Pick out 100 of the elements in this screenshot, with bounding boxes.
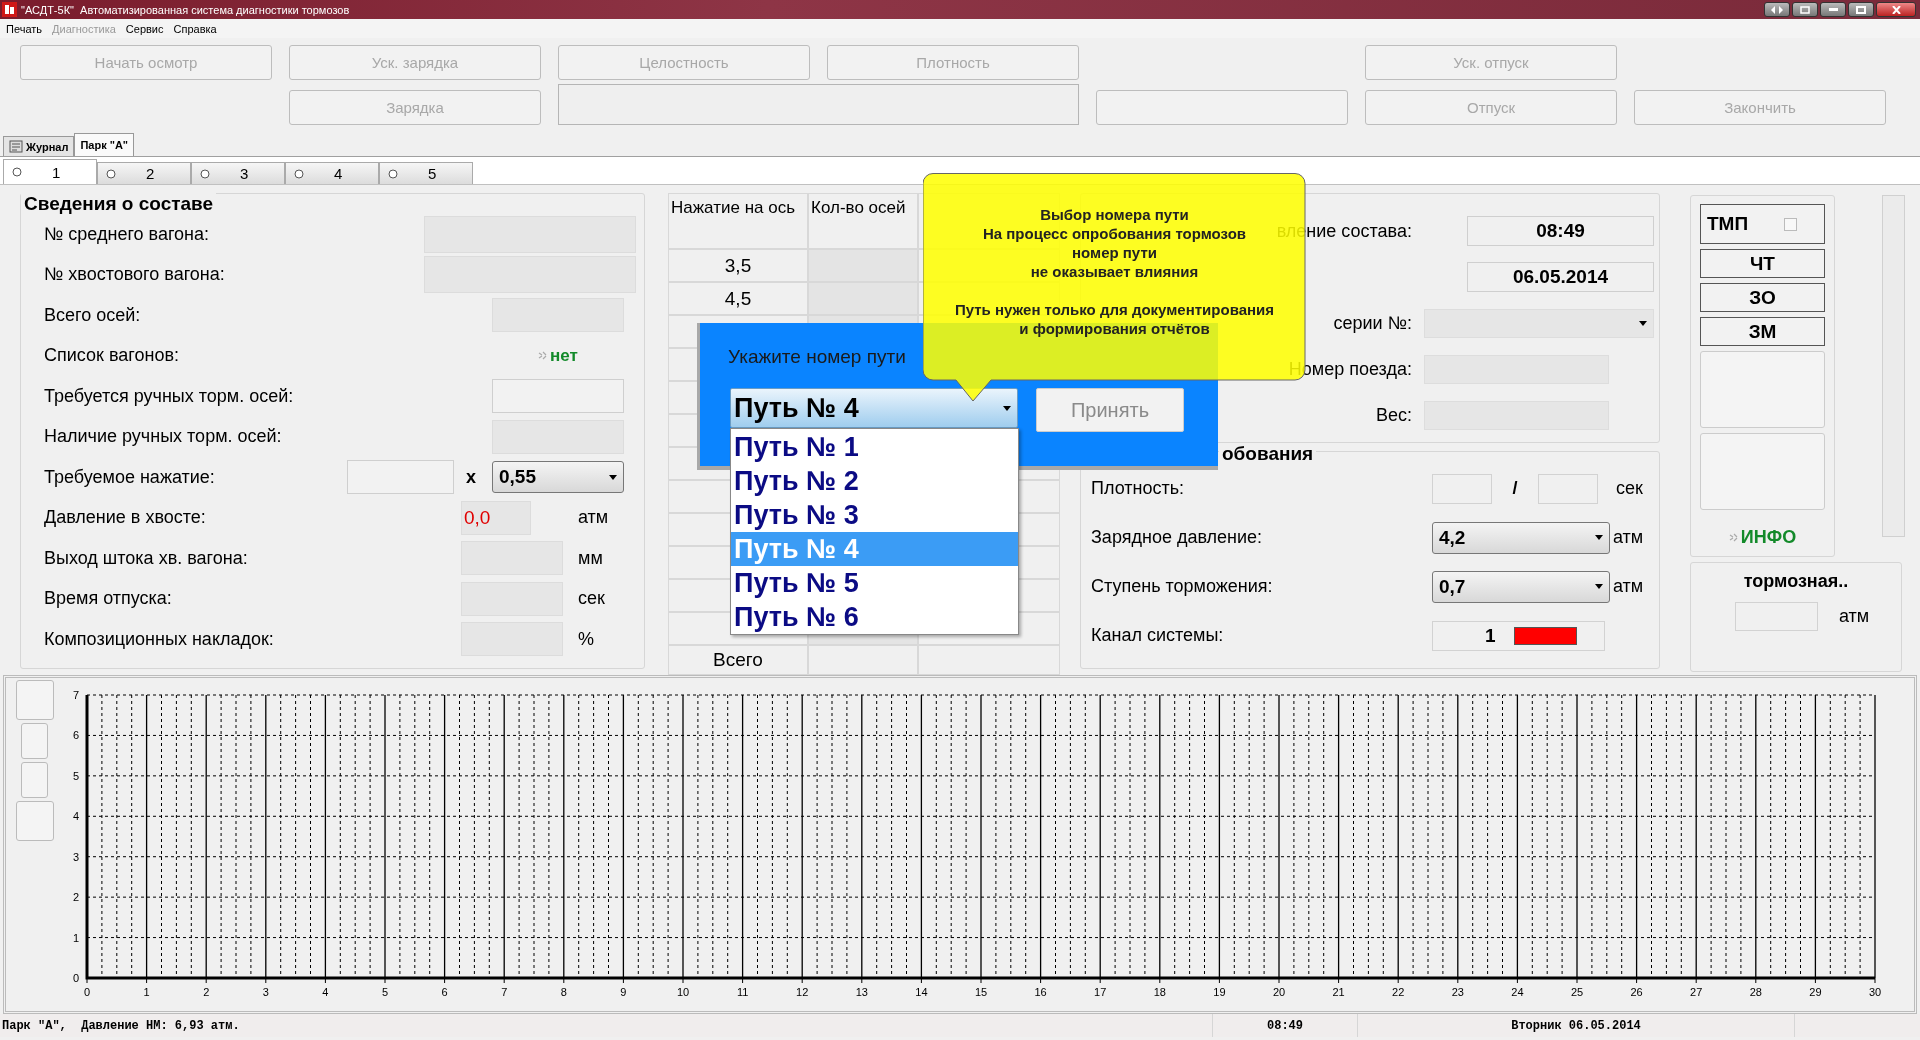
tab[interactable]: Парк "А" (74, 133, 135, 156)
dropdown[interactable]: 4,2 (1432, 521, 1610, 554)
field-label: Плотность: (1091, 478, 1186, 499)
tick-label: 6 (72, 729, 79, 742)
tick-label: 23 (1451, 986, 1464, 998)
window-icon (1800, 5, 1810, 14)
tick-label: 2 (203, 986, 210, 998)
mode-button[interactable]: ЗМ (1700, 317, 1825, 346)
maximize-icon (1856, 5, 1866, 14)
tick-label: 12 (796, 986, 809, 998)
text-field[interactable] (1538, 473, 1598, 504)
column-header: Нажатие на ось (668, 193, 808, 249)
field-label: Выход штока хв. вагона: (43, 547, 249, 569)
flag-text: нет (550, 345, 578, 366)
field-label: Композиционных накладок: (43, 628, 275, 650)
maximize-button[interactable] (1848, 2, 1874, 17)
panel-title: тормозная.. (1743, 571, 1849, 592)
blank-button[interactable] (1700, 351, 1825, 428)
info-link[interactable]: ИНФО (1740, 527, 1797, 548)
input-field[interactable] (492, 379, 624, 414)
blank-button[interactable] (1096, 90, 1348, 125)
dropdown-option[interactable]: Путь № 5 (731, 566, 1018, 600)
tab[interactable]: 5 (379, 162, 473, 184)
tick-label: 15 (974, 986, 988, 998)
menu-item[interactable]: Печать (6, 22, 43, 35)
unit-label: атм (577, 507, 610, 529)
tab[interactable]: 3 (191, 162, 285, 184)
checkbox[interactable] (1784, 217, 1798, 231)
blank-button[interactable] (21, 723, 48, 759)
dropdown-option[interactable]: Путь № 6 (731, 600, 1018, 634)
tick-label: 0 (83, 986, 91, 998)
field-label: Требуемое нажатие: (43, 466, 216, 488)
tab[interactable]: 4 (285, 162, 379, 184)
blank-button[interactable] (15, 801, 54, 841)
status-icon (1728, 533, 1738, 542)
unit-label: сек (1615, 478, 1643, 499)
table-cell: Всего (668, 645, 808, 675)
field-label: Время отпуска: (43, 588, 173, 610)
close-button[interactable] (1876, 2, 1916, 17)
field-label: № хвостового вагона: (43, 264, 226, 286)
tick-label: 29 (1809, 986, 1822, 998)
status-icon (538, 351, 548, 361)
dropdown[interactable] (1424, 308, 1654, 338)
mode-button[interactable]: ЗО (1700, 283, 1825, 312)
text-field[interactable] (1432, 473, 1492, 504)
radio-icon (106, 168, 116, 179)
table-cell: 4,5 (668, 282, 808, 315)
input-field[interactable] (347, 460, 454, 495)
arrows-button[interactable] (1764, 2, 1790, 17)
tick-label: 28 (1749, 986, 1762, 998)
menu-item[interactable]: Сервис (125, 22, 164, 35)
field-label: № среднего вагона: (43, 223, 211, 245)
dialog-label: Укажите номер пути (728, 346, 906, 368)
unit-label: сек (577, 588, 606, 610)
tick-label: 5 (381, 986, 389, 998)
dropdown[interactable]: 0,7 (1432, 570, 1610, 603)
dropdown-option[interactable]: Путь № 1 (731, 430, 1018, 464)
scrollbar[interactable] (1882, 195, 1905, 537)
field-label: серии №: (1333, 312, 1412, 334)
tab[interactable]: 2 (97, 162, 191, 184)
panel-title: Сведения о составе (21, 193, 217, 214)
dropdown-option[interactable]: Путь № 3 (731, 498, 1018, 532)
blank-button[interactable] (21, 762, 48, 798)
tick-label: 4 (72, 810, 79, 823)
tick-label: 2 (72, 891, 79, 904)
blank-button[interactable] (15, 680, 54, 720)
caret-icon (609, 474, 617, 480)
dropdown[interactable]: 0,55 (492, 461, 624, 494)
blank-button[interactable] (1700, 433, 1825, 510)
dropdown[interactable]: Путь № 4 (730, 388, 1018, 428)
tick-label: 0 (72, 972, 79, 984)
minimize-icon (1828, 8, 1838, 11)
tick-label: 10 (676, 986, 690, 998)
unit-label: атм (1612, 527, 1644, 548)
tick-label: 7 (501, 986, 508, 998)
tick-label: 27 (1690, 986, 1703, 998)
dropdown-option[interactable]: Путь № 2 (731, 464, 1018, 498)
tooltip-text: Выбор номера пути На процесс опробования тормозов номер пути не оказывает влияния Путь нужен только для документирования и формирования отчётов (954, 205, 1275, 338)
mode-button[interactable]: ТМП (1700, 204, 1825, 244)
tick-label: 30 (1868, 986, 1882, 998)
unit-label: % (577, 628, 595, 650)
mode-button[interactable]: ЧТ (1700, 249, 1825, 278)
window-button[interactable] (1792, 2, 1818, 17)
tab[interactable]: 1 (3, 159, 97, 184)
close-icon (1891, 5, 1901, 14)
menu-item[interactable]: Справка (173, 22, 217, 35)
field-label: Всего осей: (43, 304, 142, 326)
tick-label: 16 (1034, 986, 1047, 998)
tick-label: 17 (1094, 986, 1107, 998)
minimize-button[interactable] (1820, 2, 1846, 17)
caret-icon (1595, 584, 1603, 589)
unit-label: мм (577, 547, 604, 569)
tick-label: 14 (915, 986, 928, 998)
tab[interactable]: Журнал (3, 136, 75, 156)
field-label: Список вагонов: (43, 345, 180, 367)
caret-icon (1639, 320, 1647, 326)
radio-icon (388, 168, 398, 179)
channel-field: 1 (1432, 620, 1605, 651)
unit-label: атм (1612, 576, 1644, 597)
tick-label: 11 (736, 986, 749, 998)
